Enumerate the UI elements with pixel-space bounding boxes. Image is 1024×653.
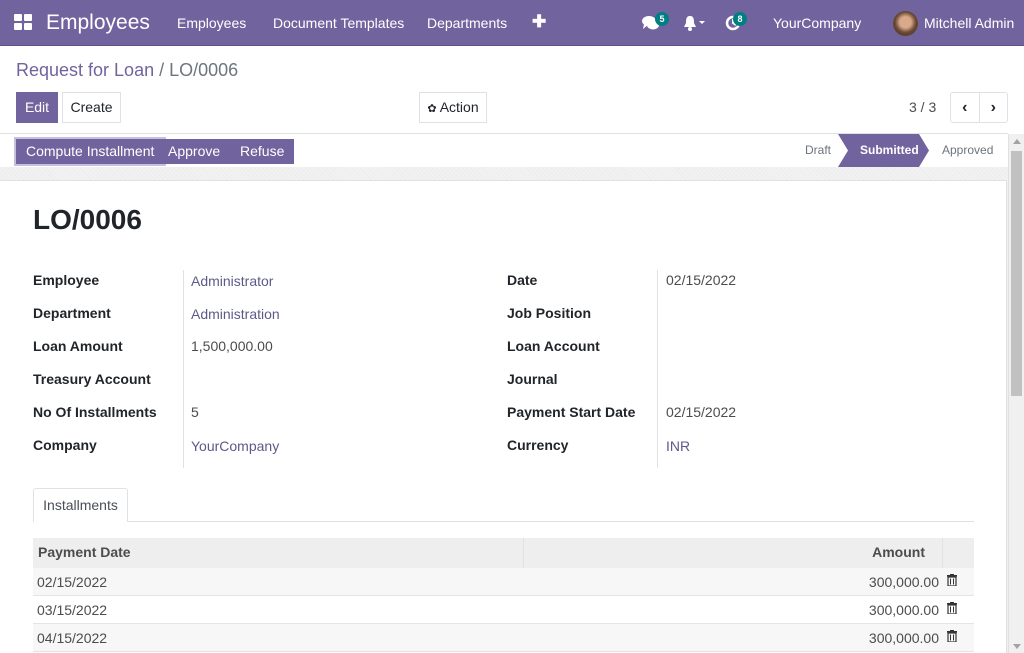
menu-employees[interactable]: Employees [177,15,246,31]
column-payment-date[interactable]: Payment Date [38,544,131,560]
breadcrumb-current: LO/0006 [169,60,239,80]
loan-amount-label: Loan Amount [33,338,123,354]
row-amount: 300,000.00 [868,602,939,618]
column-amount[interactable]: Amount [872,544,925,560]
pager-buttons: ‹ › [950,92,1008,123]
action-label: Action [439,99,479,115]
edit-button[interactable]: Edit [16,92,58,123]
menu-departments[interactable]: Departments [427,15,507,31]
menu-document-templates[interactable]: Document Templates [273,15,404,31]
breadcrumb-parent[interactable]: Request for Loan [16,60,154,80]
table-row[interactable]: 02/15/2022 300,000.00 [33,568,974,596]
scrollbar-thumb[interactable] [1011,151,1022,396]
plus-icon[interactable]: ✚ [532,12,546,32]
scroll-down-arrow-icon[interactable] [1013,644,1021,649]
trash-icon[interactable] [947,602,957,614]
notebook-tab-line [33,521,974,522]
stage-approved[interactable]: Approved [942,134,993,167]
scroll-up-arrow-icon[interactable] [1013,139,1021,144]
table-row[interactable]: 04/15/2022 300,000.00 [33,624,974,652]
installments-count-label: No Of Installments [33,404,157,420]
chevron-right-icon: › [990,99,996,116]
date-label: Date [507,272,538,288]
loan-amount-value: 1,500,000.00 [191,338,273,354]
company-value[interactable]: YourCompany [191,438,279,454]
breadcrumb-separator: / [159,60,165,80]
pager-next-button[interactable]: › [980,93,1008,122]
trash-icon[interactable] [947,630,957,642]
activity-badge: 8 [733,12,747,26]
row-payment-date: 02/15/2022 [37,574,108,590]
record-title: LO/0006 [33,204,142,235]
top-navbar: Employees Employees Document Templates D… [0,0,1024,46]
pager-value[interactable]: 3 / 3 [909,99,936,115]
table-row[interactable]: 03/15/2022 300,000.00 [33,596,974,624]
gear-icon: ✿ [427,103,437,115]
stage-draft[interactable]: Draft [805,134,831,167]
currency-label: Currency [507,437,569,453]
installments-count-value: 5 [191,404,199,420]
messages-badge: 5 [655,12,669,26]
installments-table-header: Payment Date Amount [33,538,974,568]
row-amount: 300,000.00 [868,630,939,646]
left-group-divider [183,270,184,468]
date-value: 02/15/2022 [666,272,737,288]
refuse-button[interactable]: Refuse [230,139,295,164]
compute-installment-button[interactable]: Compute Installment [16,139,165,164]
user-menu[interactable]: Mitchell Admin [924,15,1014,31]
payment-start-date-label: Payment Start Date [507,404,636,420]
action-button[interactable]: ✿ Action [419,92,487,123]
row-payment-date: 03/15/2022 [37,602,108,618]
department-value[interactable]: Administration [191,306,280,322]
breadcrumb: Request for Loan / LO/0006 [16,60,238,81]
column-divider [942,538,943,568]
chevron-left-icon: ‹ [962,99,968,116]
pager-previous-button[interactable]: ‹ [951,93,980,122]
row-payment-date: 04/15/2022 [37,630,108,646]
row-amount: 300,000.00 [868,574,939,590]
trash-icon[interactable] [947,574,957,586]
vertical-scrollbar[interactable] [1008,134,1024,653]
journal-label: Journal [507,371,558,387]
company-switcher[interactable]: YourCompany [773,15,861,31]
payment-start-date-value: 02/15/2022 [666,404,737,420]
bell-icon [684,16,705,31]
tab-installments[interactable]: Installments [33,488,128,522]
column-divider [523,538,524,568]
employee-label: Employee [33,272,100,288]
right-group-divider [657,270,658,468]
loan-account-label: Loan Account [507,338,600,354]
department-label: Department [33,305,111,321]
job-position-label: Job Position [507,305,591,321]
user-avatar[interactable] [893,11,918,36]
company-label: Company [33,437,97,453]
create-button[interactable]: Create [62,92,121,123]
currency-value[interactable]: INR [666,438,690,454]
statusbar: Compute Installment Approve Refuse Draft… [0,133,1008,167]
treasury-account-label: Treasury Account [33,371,151,387]
approve-button[interactable]: Approve [158,139,231,164]
app-title[interactable]: Employees [46,11,150,35]
stage-submitted[interactable]: Submitted [838,134,929,167]
employee-value[interactable]: Administrator [191,273,273,289]
apps-menu-icon[interactable] [14,14,32,30]
notifications-button[interactable] [683,15,705,36]
